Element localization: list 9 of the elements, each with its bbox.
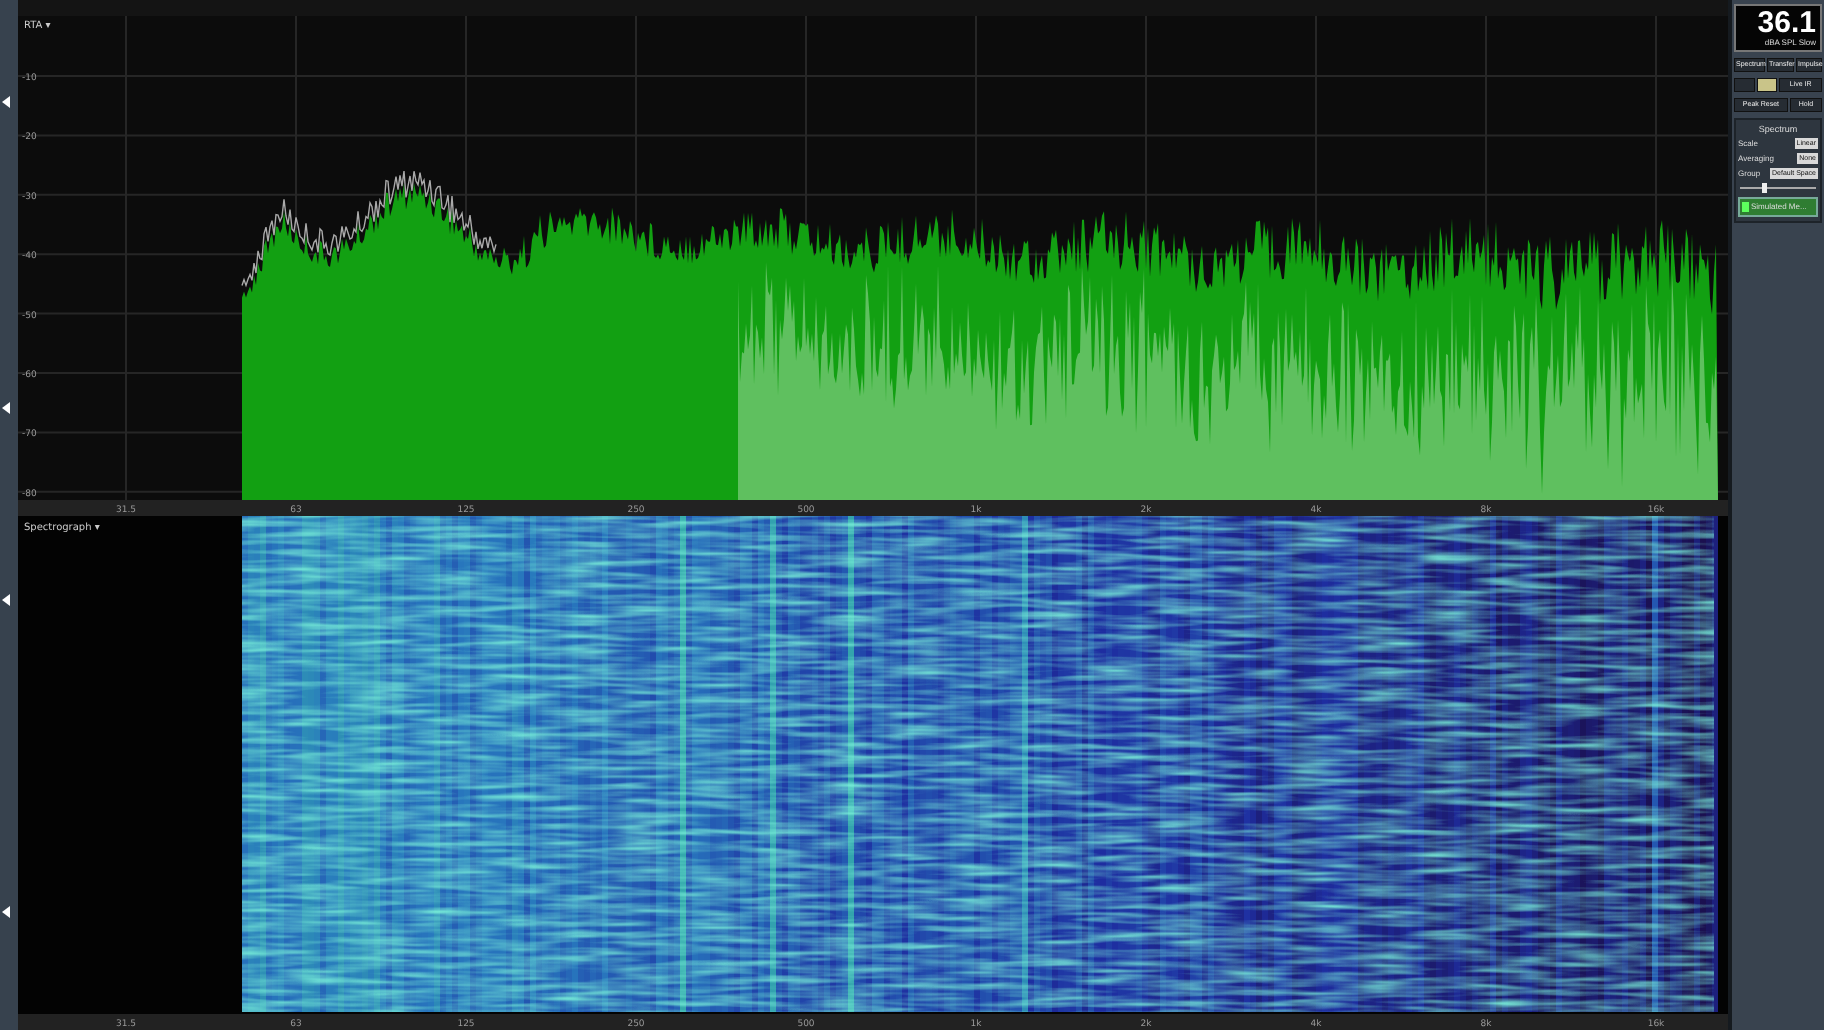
level-marker-icon[interactable] (2, 96, 12, 108)
slider-thumb[interactable] (1761, 183, 1767, 193)
mode-toggle[interactable] (1734, 78, 1755, 92)
mode-toggle[interactable] (1756, 78, 1778, 92)
level-marker-icon[interactable] (2, 402, 12, 414)
status-led-icon (1742, 202, 1749, 212)
spl-reading: 36.1 (1757, 8, 1816, 38)
level-marker-icon[interactable] (2, 594, 12, 606)
level-marker-icon[interactable] (2, 906, 12, 918)
